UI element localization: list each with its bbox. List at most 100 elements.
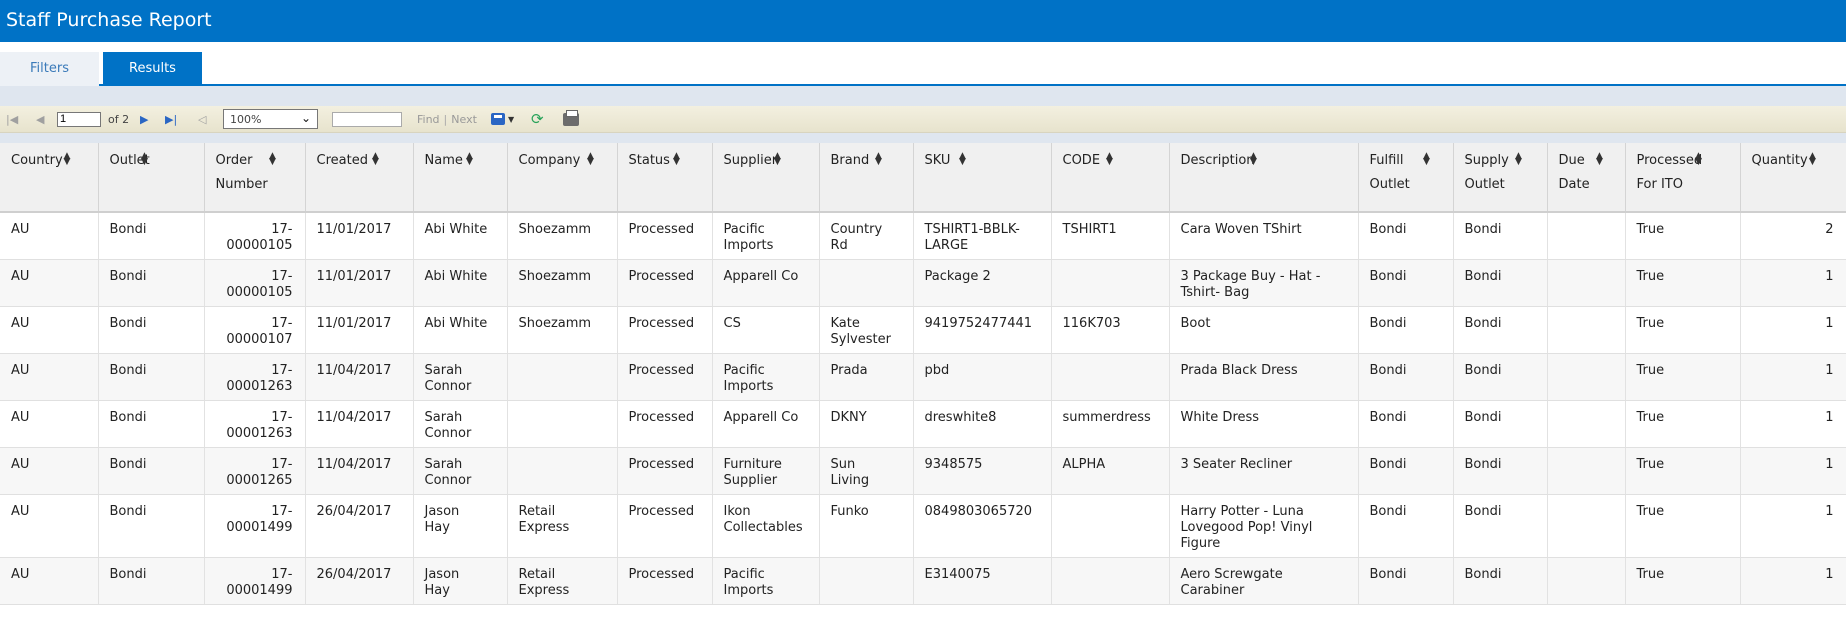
cell-created: 11/04/2017 xyxy=(305,353,414,401)
cell-processed-for-ito: True xyxy=(1625,400,1741,448)
cell-status: Processed xyxy=(617,259,713,307)
find-link[interactable]: Find xyxy=(417,113,440,126)
column-header-label: Supply xyxy=(1464,153,1509,168)
refresh-icon[interactable]: ⟳ xyxy=(531,110,544,128)
sort-icon[interactable]: ▲ ▼ xyxy=(1250,152,1258,167)
sort-icon[interactable]: ▲ ▼ xyxy=(587,152,595,167)
export-icon[interactable] xyxy=(491,113,505,125)
column-header-supplier[interactable]: Supplier ▲ ▼ xyxy=(712,143,820,213)
next-link[interactable]: Next xyxy=(451,113,477,126)
cell-created: 11/01/2017 xyxy=(305,259,414,307)
export-dropdown-icon[interactable]: ▼ xyxy=(508,115,514,124)
table-row[interactable]: AU Bondi 17- 00001499 26/04/2017 Jason Hay Re… xyxy=(0,557,1846,605)
zoom-select[interactable]: 100% ⌄ xyxy=(223,109,318,129)
column-header-supply-outlet[interactable]: Supply Outlet ▲ ▼ xyxy=(1453,143,1548,213)
cell-supplier: Ikon Collectables xyxy=(712,494,820,558)
first-page-icon[interactable]: |◀ xyxy=(6,113,18,126)
sort-icon[interactable]: ▲ ▼ xyxy=(63,152,71,167)
sort-icon[interactable]: ▲ ▼ xyxy=(1515,152,1523,167)
cell-company xyxy=(507,353,618,401)
cell-code xyxy=(1051,557,1170,605)
column-header-country[interactable]: Country ▲ ▼ xyxy=(0,143,99,213)
cell-processed-for-ito: True xyxy=(1625,212,1741,260)
table-row[interactable]: AU Bondi 17- 00001263 11/04/2017 Sarah Conno… xyxy=(0,353,1846,401)
table-row[interactable]: AU Bondi 17- 00000107 11/01/2017 Abi White Sh… xyxy=(0,306,1846,354)
sort-icon[interactable]: ▲ ▼ xyxy=(1809,152,1817,167)
column-header-order-number[interactable]: Order Number ▲ ▼ xyxy=(204,143,306,213)
cell-name: Sarah Connor xyxy=(413,353,508,401)
next-page-icon[interactable]: ▶ xyxy=(140,113,148,126)
find-input[interactable] xyxy=(332,111,402,127)
column-header-outlet[interactable]: Outlet ▲ ▼ xyxy=(98,143,205,213)
sort-icon[interactable]: ▲ ▼ xyxy=(959,152,967,167)
cell-quantity: 1 xyxy=(1740,353,1846,401)
table-row[interactable]: AU Bondi 17- 00000105 11/01/2017 Abi White Sh… xyxy=(0,212,1846,260)
cell-order-number: 17- 00001499 xyxy=(204,557,306,605)
back-to-parent-icon[interactable]: ◁ xyxy=(198,113,206,126)
cell-name: Abi White xyxy=(413,212,508,260)
sort-icon[interactable]: ▲ ▼ xyxy=(1596,152,1604,167)
cell-supplier: Pacific Imports xyxy=(712,557,820,605)
cell-brand: DKNY xyxy=(819,400,914,448)
sort-icon[interactable]: ▲ ▼ xyxy=(875,152,883,167)
results-table: Country ▲ ▼ Outlet ▲ ▼ Order Number ▲ ▼ Created ▲ ▼ N… xyxy=(0,143,1846,605)
column-header-status[interactable]: Status ▲ ▼ xyxy=(617,143,713,213)
table-row[interactable]: AU Bondi 17- 00001265 11/04/2017 Sarah Conno… xyxy=(0,447,1846,495)
last-page-icon[interactable]: ▶| xyxy=(165,113,177,126)
table-row[interactable]: AU Bondi 17- 00001499 26/04/2017 Jason Hay Re… xyxy=(0,494,1846,558)
tab-results[interactable]: Results xyxy=(103,52,202,86)
cell-brand: Country Rd xyxy=(819,212,914,260)
cell-code xyxy=(1051,494,1170,558)
sort-icon[interactable]: ▲ ▼ xyxy=(1695,152,1703,167)
column-header-processed-for-ito[interactable]: Processed For ITO ▲ ▼ xyxy=(1625,143,1741,213)
sort-icon[interactable]: ▲ ▼ xyxy=(372,152,380,167)
cell-name: Sarah Connor xyxy=(413,447,508,495)
cell-name: Jason Hay xyxy=(413,557,508,605)
cell-country: AU xyxy=(0,259,99,307)
column-header-quantity[interactable]: Quantity ▲ ▼ xyxy=(1740,143,1846,213)
tab-filters[interactable]: Filters xyxy=(0,52,99,86)
sort-icon[interactable]: ▲ ▼ xyxy=(269,152,277,167)
print-icon[interactable] xyxy=(563,109,579,126)
column-header-fulfill-outlet[interactable]: Fulfill Outlet ▲ ▼ xyxy=(1358,143,1454,213)
cell-fulfill-outlet: Bondi xyxy=(1358,306,1454,354)
sort-icon[interactable]: ▲ ▼ xyxy=(774,152,782,167)
sort-icon[interactable]: ▲ ▼ xyxy=(673,152,681,167)
column-header-created[interactable]: Created ▲ ▼ xyxy=(305,143,414,213)
cell-supply-outlet: Bondi xyxy=(1453,353,1548,401)
cell-sku: pbd xyxy=(913,353,1052,401)
cell-due-date xyxy=(1547,259,1626,307)
cell-company: Retail Express xyxy=(507,557,618,605)
column-header-label-line2: For ITO xyxy=(1636,177,1683,192)
column-header-label-line2: Outlet xyxy=(1369,177,1410,192)
column-header-code[interactable]: CODE ▲ ▼ xyxy=(1051,143,1170,213)
page-number-input[interactable] xyxy=(57,111,101,127)
cell-sku: 9348575 xyxy=(913,447,1052,495)
sort-icon[interactable]: ▲ ▼ xyxy=(1106,152,1114,167)
column-header-due-date[interactable]: Due Date ▲ ▼ xyxy=(1547,143,1626,213)
column-header-name[interactable]: Name ▲ ▼ xyxy=(413,143,508,213)
cell-description: White Dress xyxy=(1169,400,1359,448)
cell-fulfill-outlet: Bondi xyxy=(1358,557,1454,605)
table-row[interactable]: AU Bondi 17- 00000105 11/01/2017 Abi White Sh… xyxy=(0,259,1846,307)
cell-supplier: Apparell Co xyxy=(712,400,820,448)
table-row[interactable]: AU Bondi 17- 00001263 11/04/2017 Sarah Conno… xyxy=(0,400,1846,448)
cell-created: 11/01/2017 xyxy=(305,306,414,354)
cell-outlet: Bondi xyxy=(98,259,205,307)
cell-sku: 9419752477441 xyxy=(913,306,1052,354)
cell-status: Processed xyxy=(617,212,713,260)
cell-outlet: Bondi xyxy=(98,447,205,495)
cell-code xyxy=(1051,259,1170,307)
tab-bar: Filters Results xyxy=(0,42,1846,86)
sort-icon[interactable]: ▲ ▼ xyxy=(1423,152,1431,167)
column-header-brand[interactable]: Brand ▲ ▼ xyxy=(819,143,914,213)
column-header-sku[interactable]: SKU ▲ ▼ xyxy=(913,143,1052,213)
column-header-company[interactable]: Company ▲ ▼ xyxy=(507,143,618,213)
sort-icon[interactable]: ▲ ▼ xyxy=(466,152,474,167)
cell-brand: Funko xyxy=(819,494,914,558)
cell-outlet: Bondi xyxy=(98,400,205,448)
previous-page-icon[interactable]: ◀ xyxy=(36,113,44,126)
sort-icon[interactable]: ▲ ▼ xyxy=(141,152,149,167)
cell-description: Boot xyxy=(1169,306,1359,354)
column-header-description[interactable]: Description ▲ ▼ xyxy=(1169,143,1359,213)
